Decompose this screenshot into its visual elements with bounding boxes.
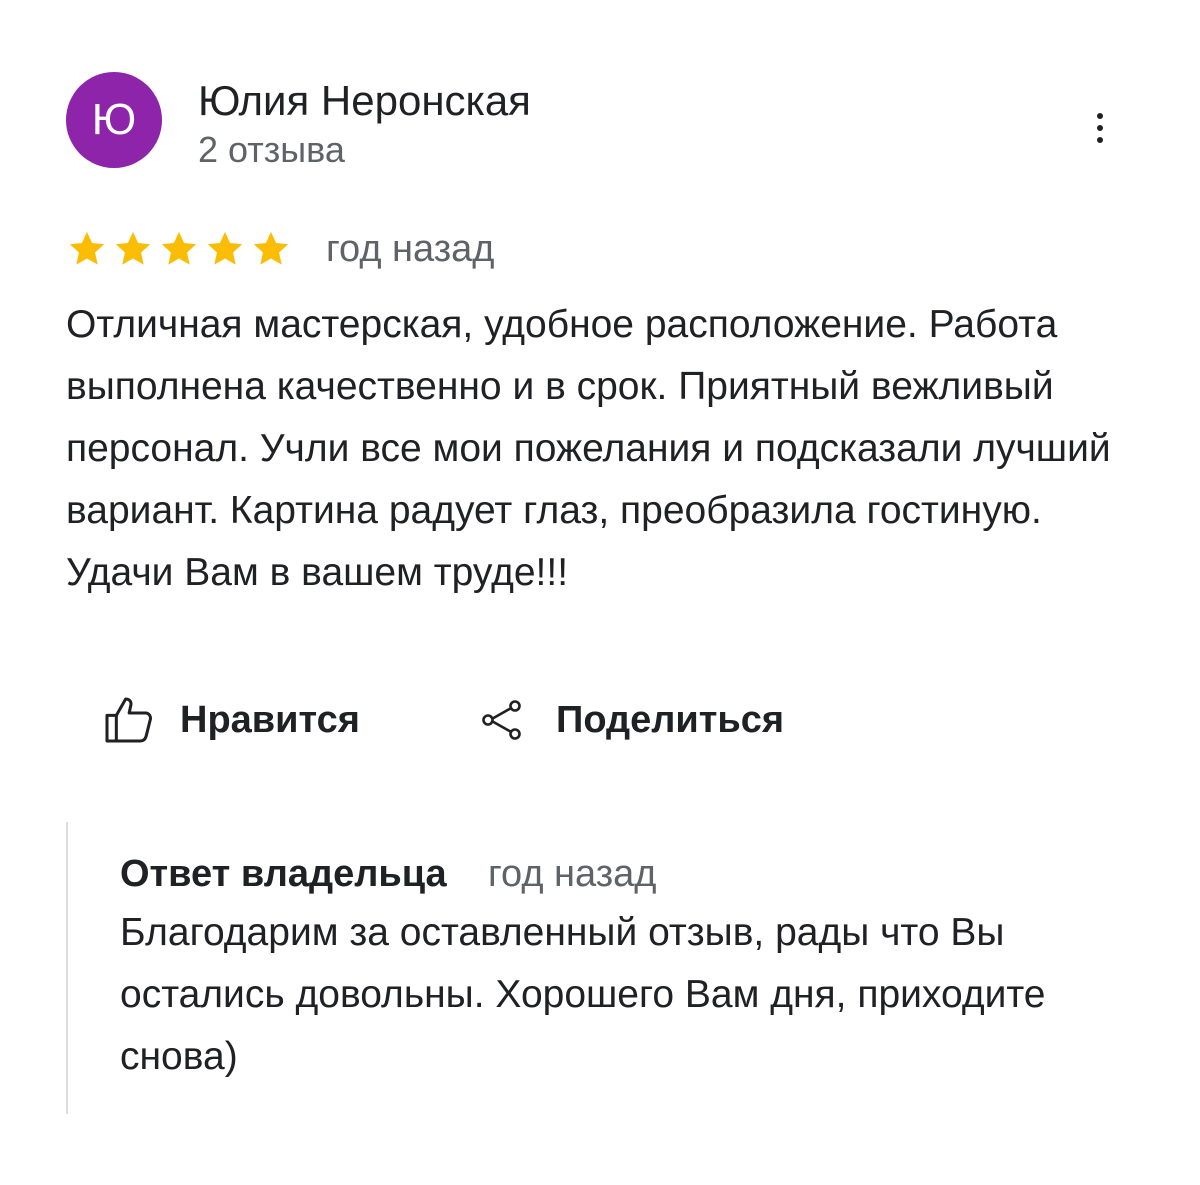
star-icon xyxy=(161,231,197,265)
thumbs-up-icon xyxy=(105,697,152,743)
share-button[interactable]: Поделиться xyxy=(478,690,784,750)
avatar[interactable]: Ю xyxy=(66,72,162,168)
star-icon xyxy=(69,231,105,265)
like-label: Нравится xyxy=(180,698,360,741)
star-icon xyxy=(115,231,151,265)
star-rating xyxy=(66,226,292,272)
owner-reply-date: год назад xyxy=(488,853,657,895)
star-icon xyxy=(253,231,289,265)
more-vert-icon xyxy=(1097,113,1103,119)
review-date: год назад xyxy=(326,228,495,270)
owner-reply-text: Благодарим за оставленный отзыв, рады чт… xyxy=(120,911,1046,1078)
more-options-button[interactable] xyxy=(1080,100,1120,156)
more-vert-icon-dot xyxy=(1097,137,1103,143)
share-icon xyxy=(482,700,521,740)
share-label: Поделиться xyxy=(556,698,785,741)
owner-reply-title: Ответ владельца xyxy=(120,853,447,895)
author-name[interactable]: Юлия Неронская xyxy=(198,76,531,126)
owner-reply: Ответ владельца год назад Благодарим за … xyxy=(66,822,1168,1114)
author-review-count: 2 отзыва xyxy=(198,129,345,170)
review-text: Отличная мастерская, удобное расположени… xyxy=(66,303,1111,594)
more-vert-icon-dot xyxy=(1097,125,1103,131)
review-card: Ю Юлия Неронская 2 отзыва год назад Отли… xyxy=(0,0,1200,1185)
avatar-initial: Ю xyxy=(91,95,137,144)
like-button[interactable]: Нравится xyxy=(100,690,360,750)
star-icon xyxy=(207,231,243,265)
